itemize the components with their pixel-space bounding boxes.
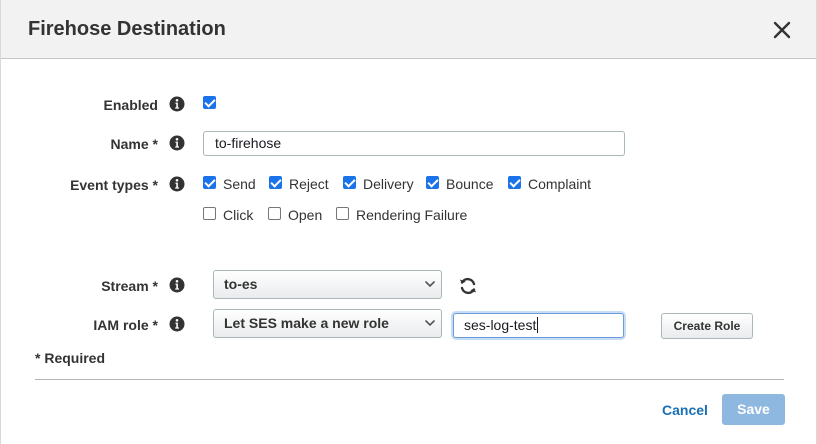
dialog-title: Firehose Destination bbox=[28, 18, 226, 40]
firehose-destination-dialog: Firehose Destination Enabled Name * to-f… bbox=[0, 0, 817, 444]
event-reject-label: Reject bbox=[289, 176, 329, 192]
info-icon[interactable] bbox=[169, 176, 185, 192]
name-label: Name * bbox=[110, 136, 158, 152]
event-bounce-label: Bounce bbox=[446, 176, 494, 192]
event-open-checkbox[interactable] bbox=[268, 207, 281, 220]
event-delivery-checkbox[interactable] bbox=[343, 176, 356, 189]
chevron-down-icon bbox=[425, 320, 435, 327]
event-complaint-label: Complaint bbox=[528, 176, 592, 192]
iam-role-label: IAM role * bbox=[93, 317, 158, 333]
cancel-button[interactable]: Cancel bbox=[662, 402, 708, 418]
chevron-down-icon bbox=[425, 281, 435, 288]
enabled-label: Enabled bbox=[103, 97, 158, 113]
iam-role-select[interactable]: Let SES make a new role bbox=[213, 309, 442, 338]
event-send-label: Send bbox=[223, 176, 256, 192]
event-click-label: Click bbox=[223, 207, 254, 223]
info-icon[interactable] bbox=[169, 277, 185, 293]
enabled-checkbox[interactable] bbox=[203, 96, 216, 109]
name-input[interactable]: to-firehose bbox=[203, 131, 625, 156]
info-icon[interactable] bbox=[169, 135, 185, 151]
dialog-header: Firehose Destination bbox=[1, 0, 816, 59]
role-name-input[interactable]: ses-log-test bbox=[453, 313, 624, 338]
event-complaint-checkbox[interactable] bbox=[508, 176, 521, 189]
text-caret bbox=[537, 317, 539, 333]
iam-role-select-value: Let SES make a new role bbox=[224, 315, 389, 331]
role-name-value: ses-log-test bbox=[464, 317, 537, 333]
event-open-label: Open bbox=[288, 207, 323, 223]
create-role-button[interactable]: Create Role bbox=[661, 313, 753, 339]
event-rendering-failure-label: Rendering Failure bbox=[356, 207, 468, 223]
event-reject-checkbox[interactable] bbox=[269, 176, 282, 189]
event-click-checkbox[interactable] bbox=[203, 207, 216, 220]
event-rendering-failure-checkbox[interactable] bbox=[336, 207, 349, 220]
event-delivery-label: Delivery bbox=[363, 176, 414, 192]
stream-select[interactable]: to-es bbox=[213, 270, 442, 299]
info-icon[interactable] bbox=[169, 96, 185, 112]
close-icon[interactable] bbox=[771, 19, 793, 41]
event-types-label: Event types * bbox=[70, 177, 158, 193]
footer-divider bbox=[35, 379, 784, 380]
info-icon[interactable] bbox=[169, 316, 185, 332]
required-note: * Required bbox=[35, 350, 106, 366]
save-button[interactable]: Save bbox=[722, 394, 785, 425]
stream-select-value: to-es bbox=[224, 276, 258, 292]
stream-label: Stream * bbox=[101, 278, 158, 294]
event-bounce-checkbox[interactable] bbox=[426, 176, 439, 189]
refresh-icon[interactable] bbox=[457, 276, 479, 296]
event-send-checkbox[interactable] bbox=[203, 176, 216, 189]
